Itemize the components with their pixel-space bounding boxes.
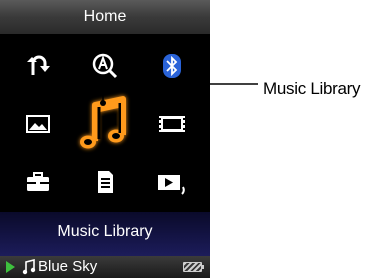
video-icon [159,116,185,132]
intelligent-search-button[interactable] [79,40,131,92]
shuffle-all-icon [27,55,50,75]
callout-label: Music Library [263,79,361,98]
music-note-icon [80,96,126,149]
intelligent-search-icon [92,53,118,79]
page-title: Home [0,0,210,34]
play-state-icon [6,261,15,273]
now-playing-icon [158,175,185,195]
track-title: Blue Sky [38,258,98,275]
podcast-icon [98,171,113,193]
music-library-button[interactable] [72,88,138,160]
status-bar: Blue Sky [0,256,210,278]
photo-icon [26,115,50,133]
photo-button[interactable] [12,98,64,150]
battery-icon [183,262,204,272]
selected-item-label: Music Library [0,212,210,256]
home-menu-grid [0,36,210,214]
now-playing-button[interactable] [146,156,198,208]
shuffle-all-button[interactable] [12,40,64,92]
bluetooth-icon [163,54,181,78]
podcast-button[interactable] [79,156,131,208]
player-screen: Home Music Library Blue Sky [0,0,210,278]
toolbox-icon [27,172,49,191]
bluetooth-button[interactable] [146,40,198,92]
video-button[interactable] [146,98,198,150]
settings-button[interactable] [12,156,64,208]
music-note-icon [22,259,36,275]
